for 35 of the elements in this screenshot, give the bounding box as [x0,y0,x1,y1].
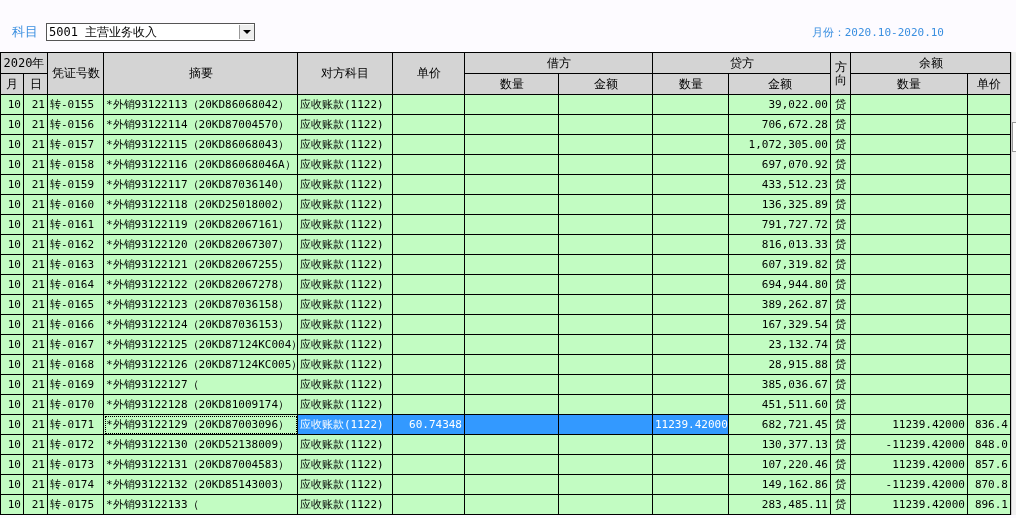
column-header: 对方科目 [297,52,393,95]
column-header: 月 [0,73,24,95]
table-cell: 10 [0,454,24,475]
table-cell: 10 [0,394,24,415]
table-cell: 10 [0,154,24,175]
table-cell: 10 [0,174,24,195]
table-cell: 10 [0,494,24,515]
table-cell: 10 [0,114,24,135]
table-cell: 10 [0,414,24,435]
table-cell: 10 [0,94,24,115]
period-label: 月份：2020.10-2020.10 [811,24,944,40]
column-header: 摘要 [103,52,298,95]
table-cell: 10 [0,214,24,235]
table-cell: 10 [0,314,24,335]
table-cell: 10 [0,474,24,495]
table-cell: 10 [0,254,24,275]
account-dropdown[interactable]: 5001 主营业务收入 [46,23,255,41]
account-label: 科目 [12,23,38,41]
column-header: 余额 [850,52,1011,74]
vertical-scrollbar[interactable] [1011,52,1016,515]
table-cell: 10 [0,294,24,315]
table-cell: 10 [0,334,24,355]
column-header: 借方 [464,52,653,74]
table-cell: 10 [0,354,24,375]
column-header: 方向 [830,52,851,95]
column-header: 贷方 [652,52,831,74]
table-cell: 10 [0,194,24,215]
table-cell: 10 [0,434,24,455]
column-header: 凭证号数 [47,52,104,95]
column-header: 单价 [392,52,465,95]
table-cell: 10 [0,374,24,395]
column-header: 2020年 [0,52,48,74]
table-cell: 10 [0,134,24,155]
table-cell: 10 [0,274,24,295]
table-cell: 10 [0,234,24,255]
